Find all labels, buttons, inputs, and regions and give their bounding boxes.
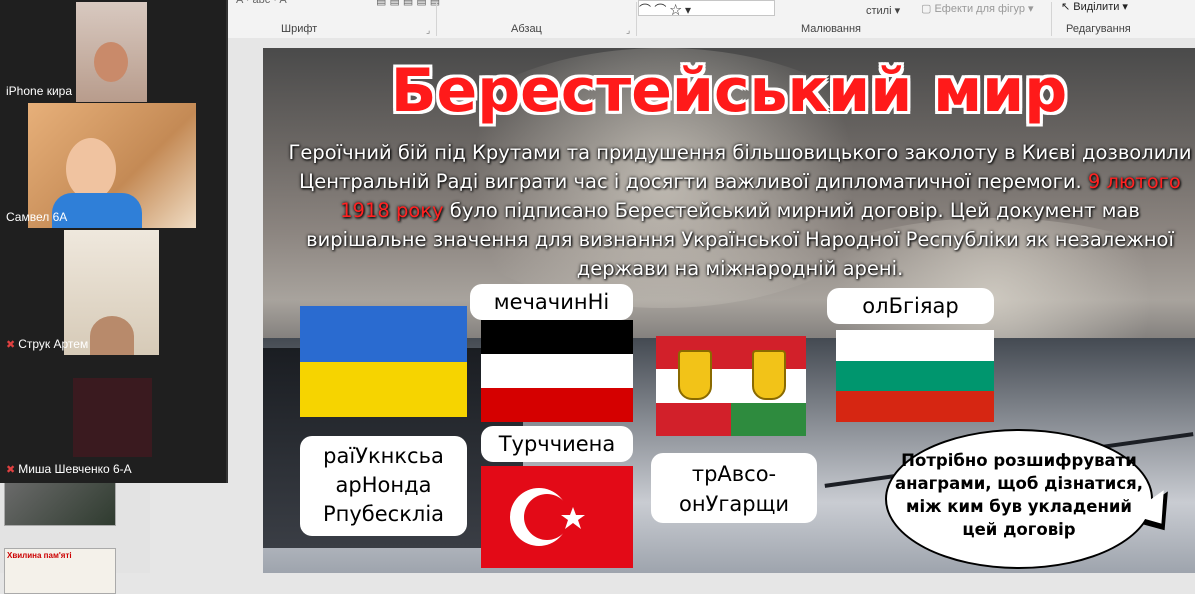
muted-mic-icon: ✖ xyxy=(6,464,16,476)
participant-name: ✖ Миша Шевченко 6-А xyxy=(6,462,132,476)
shape-effects-button[interactable]: ▢ Ефекти для фігур ▾ xyxy=(921,2,1034,15)
participant-face xyxy=(94,42,128,82)
anagram-line: арНонда xyxy=(335,473,432,497)
slide-title: Берестейський мир xyxy=(390,56,1068,126)
ribbon: A · abc · A ▤ ▤ ▤ ▤ ▤ Шрифт ⌟ Абзац ⌟ ⌒ … xyxy=(226,0,1195,39)
slide-body-text: Героїчний бій під Крутами та придушення … xyxy=(285,138,1195,283)
muted-mic-icon: ✖ xyxy=(6,339,16,351)
speech-bubble-text: Потрібно розшифрувати анаграми, щоб дізн… xyxy=(894,451,1143,539)
participant-face xyxy=(90,316,134,355)
paragraph-dialog-launcher-icon[interactable]: ⌟ xyxy=(626,25,630,36)
participant-name-text: Струк Артем xyxy=(18,337,89,351)
austrian-coat-of-arms-icon xyxy=(678,350,712,400)
select-button[interactable]: ↖ Виділити ▾ xyxy=(1061,0,1128,13)
anagram-line: Рпубескліа xyxy=(322,502,445,526)
speech-bubble: Потрібно розшифрувати анаграми, щоб дізн… xyxy=(885,429,1153,569)
ribbon-separator xyxy=(636,2,637,36)
hungarian-coat-of-arms-icon xyxy=(752,350,786,400)
thumbnail-title: Хвилина пам'яті xyxy=(7,551,72,560)
video-tile[interactable] xyxy=(76,2,147,102)
ukraine-flag xyxy=(300,306,467,417)
shapes-gallery[interactable]: ⌒ ⌒ ☆ ▾ xyxy=(638,0,775,17)
anagram-label-turkey: Турччиена xyxy=(481,426,633,462)
anagram-line: онУгарщи xyxy=(678,492,790,516)
video-participants-panel: iPhone кира Самвел 6А ✖ Струк Артем ✖ Миша… xyxy=(0,0,228,483)
slide-thumbnail[interactable] xyxy=(4,480,116,526)
ribbon-font-tools[interactable]: A · abc · A xyxy=(236,0,287,6)
anagram-line: раїУкнксьа xyxy=(323,444,444,468)
bulgaria-flag xyxy=(836,330,994,422)
participant-name-text: Миша Шевченко 6-А xyxy=(18,462,132,476)
anagram-label-ukraine: раїУкнксьа арНонда Рпубескліа xyxy=(300,436,467,536)
ribbon-group-paragraph: Абзац xyxy=(511,23,542,35)
crescent-star-icon xyxy=(510,488,585,546)
ribbon-group-drawing: Малювання xyxy=(801,23,862,35)
slide-canvas: Берестейський мир Героїчний бій під Крут… xyxy=(263,48,1195,573)
video-tile[interactable] xyxy=(73,378,152,457)
cursor-icon: ↖ xyxy=(1061,1,1071,13)
austria-hungary-flag xyxy=(656,336,806,436)
anagram-label-austria: трАвсо- онУгарщи xyxy=(651,453,817,523)
anagram-label-germany: мечачинНі xyxy=(470,284,633,320)
ottoman-flag xyxy=(481,466,633,568)
quick-styles-button[interactable]: стилі ▾ xyxy=(866,4,900,17)
shape-effects-icon: ▢ xyxy=(921,3,932,15)
ribbon-separator xyxy=(1051,2,1052,36)
participant-face xyxy=(66,138,116,200)
slide-thumbnail[interactable]: Хвилина пам'яті xyxy=(4,548,116,594)
anagram-line: трАвсо- xyxy=(691,462,777,486)
participant-name: Самвел 6А xyxy=(6,210,68,224)
participant-name: ✖ Струк Артем xyxy=(6,337,88,351)
ribbon-paragraph-tools[interactable]: ▤ ▤ ▤ ▤ ▤ xyxy=(376,0,440,7)
ribbon-group-editing: Редагування xyxy=(1066,23,1131,35)
participant-name: iPhone кира xyxy=(6,84,72,98)
anagram-label-bulgaria: олБгіяар xyxy=(827,288,994,324)
body-text-part: Героїчний бій під Крутами та придушення … xyxy=(288,141,1192,193)
german-empire-flag xyxy=(481,320,633,422)
ribbon-separator xyxy=(436,2,437,36)
font-dialog-launcher-icon[interactable]: ⌟ xyxy=(426,25,430,36)
ribbon-group-font: Шрифт xyxy=(281,23,318,35)
